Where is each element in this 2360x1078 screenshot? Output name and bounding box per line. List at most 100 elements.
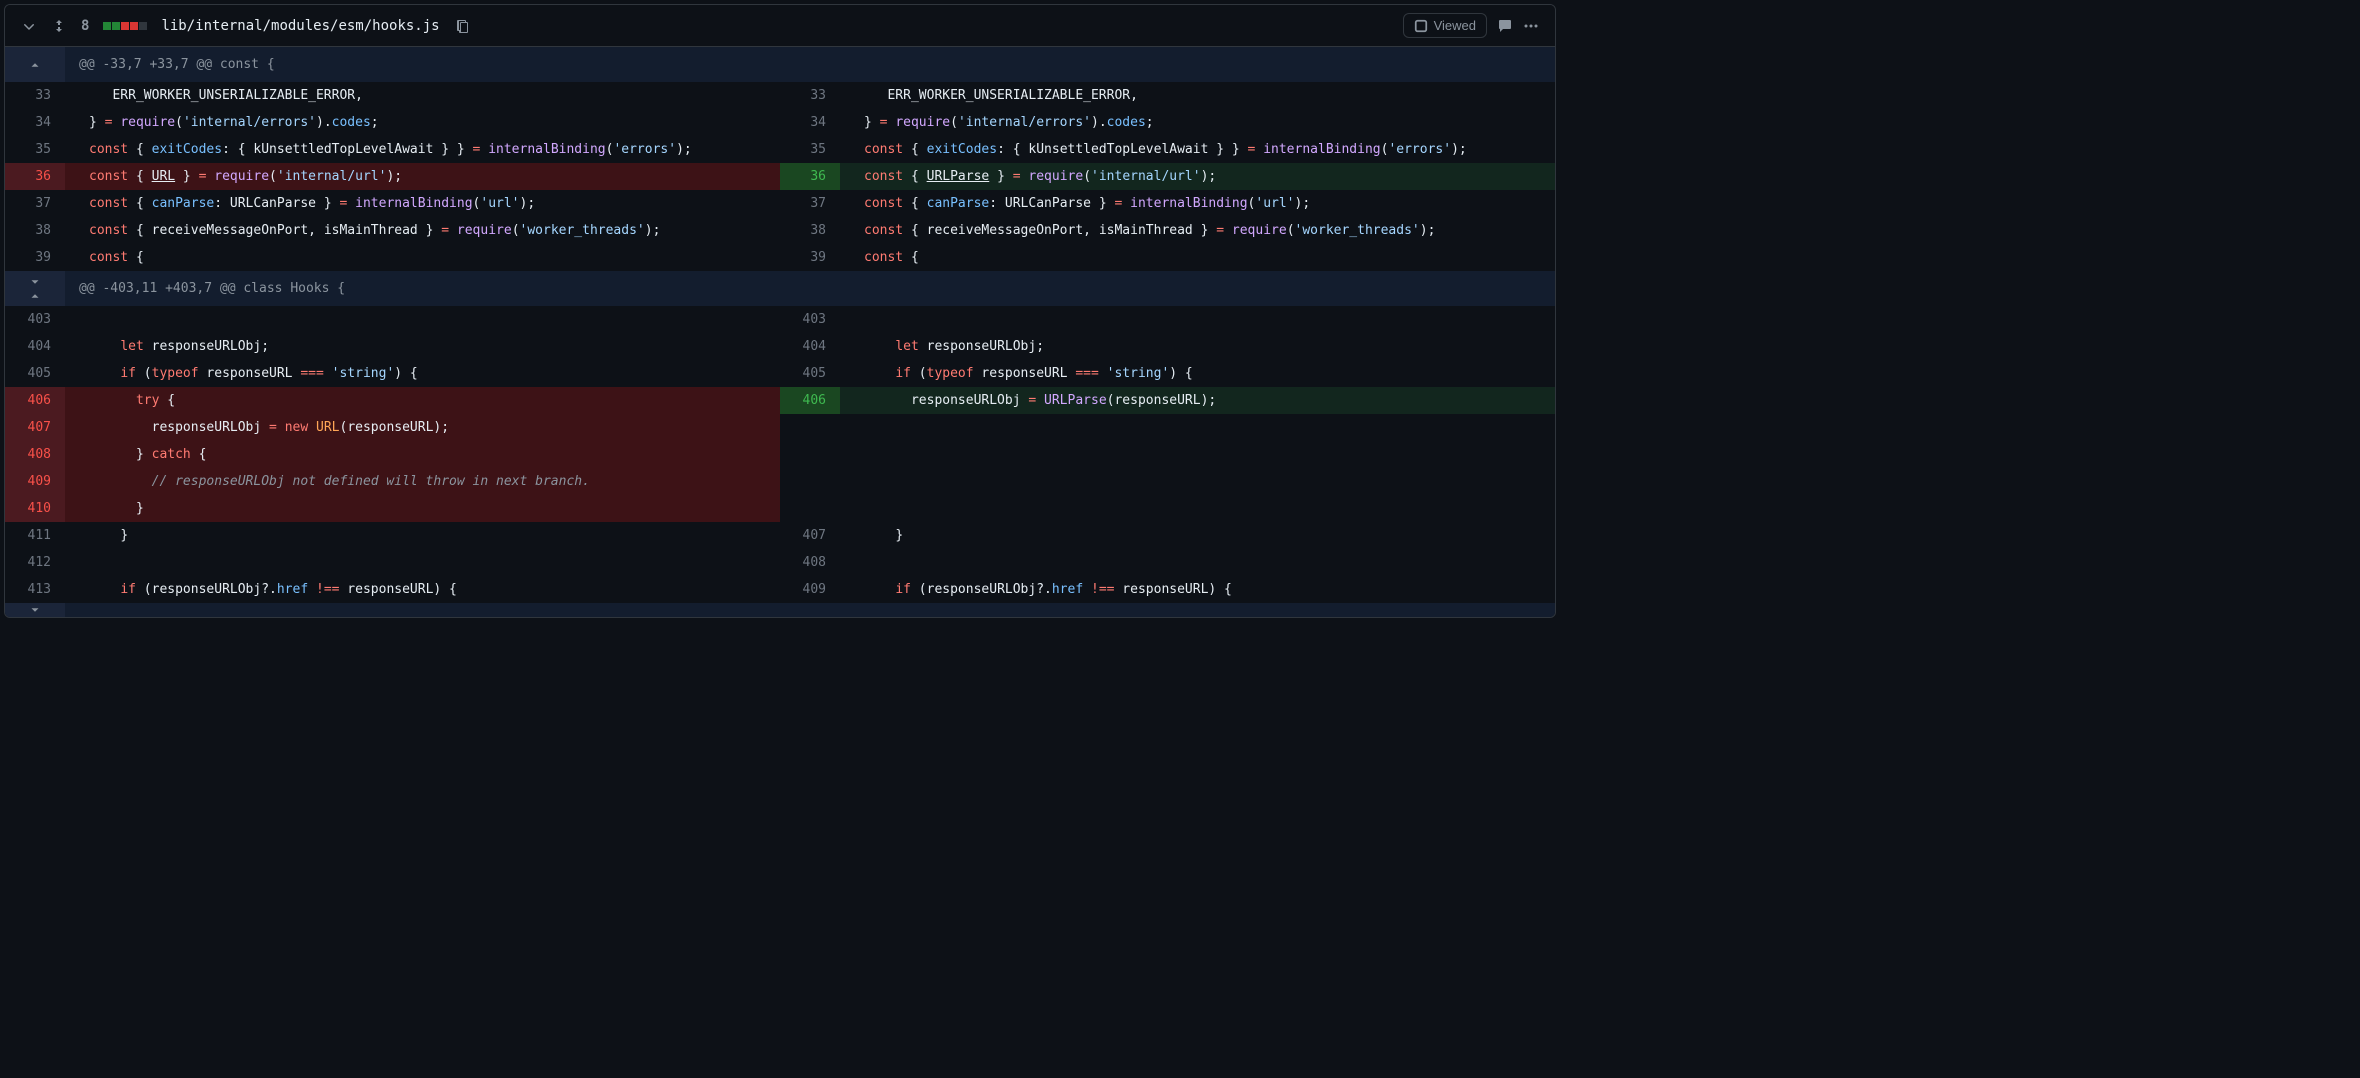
line-number[interactable]: 405	[780, 360, 840, 387]
diff-side-right-empty	[780, 495, 1555, 522]
diff-side-right: 407 }	[780, 522, 1555, 549]
comment-icon[interactable]	[1497, 18, 1513, 34]
line-number[interactable]: 404	[5, 333, 65, 360]
line-number[interactable]: 37	[780, 190, 840, 217]
hunk-header: @@ -403,11 +403,7 @@ class Hooks {	[5, 271, 1555, 306]
expand-down-icon[interactable]	[28, 275, 42, 289]
chevron-down-icon[interactable]	[21, 18, 37, 34]
expand-hunk-button[interactable]	[5, 603, 65, 617]
code[interactable]: if (typeof responseURL === 'string') {	[65, 360, 780, 387]
expand-all-icon[interactable]	[51, 18, 67, 34]
code[interactable]: } catch {	[65, 441, 780, 468]
diff-side-right: 409 if (responseURLObj?.href !== respons…	[780, 576, 1555, 603]
diff-line: 407 responseURLObj = new URL(responseURL…	[5, 414, 1555, 441]
file-header-right: Viewed	[1403, 13, 1539, 38]
line-number[interactable]: 33	[780, 82, 840, 109]
diff-side-right: 36 const { URLParse } = require('interna…	[780, 163, 1555, 190]
code[interactable]: let responseURLObj;	[65, 333, 780, 360]
line-number[interactable]: 406	[780, 387, 840, 414]
line-number[interactable]: 34	[5, 109, 65, 136]
diff-side-right-empty	[780, 441, 1555, 468]
line-number[interactable]: 409	[780, 576, 840, 603]
diff-line: 404 let responseURLObj; 404 let response…	[5, 333, 1555, 360]
code[interactable]	[840, 549, 1555, 576]
line-number[interactable]: 35	[5, 136, 65, 163]
line-number[interactable]: 412	[5, 549, 65, 576]
line-number[interactable]: 406	[5, 387, 65, 414]
line-number[interactable]: 407	[780, 522, 840, 549]
line-number[interactable]: 39	[780, 244, 840, 271]
hunk-expand-bottom	[5, 603, 1555, 617]
line-number[interactable]: 413	[5, 576, 65, 603]
diff-side-left: 410 }	[5, 495, 780, 522]
code[interactable]: const { exitCodes: { kUnsettledTopLevelA…	[65, 136, 780, 163]
kebab-menu-icon[interactable]	[1523, 18, 1539, 34]
diff-side-right: 33 ERR_WORKER_UNSERIALIZABLE_ERROR,	[780, 82, 1555, 109]
line-number[interactable]: 408	[780, 549, 840, 576]
code[interactable]: const { canParse: URLCanParse } = intern…	[65, 190, 780, 217]
line-number[interactable]: 407	[5, 414, 65, 441]
code[interactable]: responseURLObj = URLParse(responseURL);	[840, 387, 1555, 414]
line-number[interactable]: 34	[780, 109, 840, 136]
line-number[interactable]: 39	[5, 244, 65, 271]
code[interactable]: if (responseURLObj?.href !== responseURL…	[840, 576, 1555, 603]
code[interactable]: responseURLObj = new URL(responseURL);	[65, 414, 780, 441]
diff-square	[103, 22, 111, 30]
code[interactable]: const { receiveMessageOnPort, isMainThre…	[840, 217, 1555, 244]
code[interactable]: try {	[65, 387, 780, 414]
line-number[interactable]: 403	[780, 306, 840, 333]
line-number[interactable]: 411	[5, 522, 65, 549]
line-number[interactable]: 409	[5, 468, 65, 495]
code[interactable]	[840, 306, 1555, 333]
line-number[interactable]: 38	[5, 217, 65, 244]
code[interactable]: const { canParse: URLCanParse } = intern…	[840, 190, 1555, 217]
line-number[interactable]: 408	[5, 441, 65, 468]
code	[840, 441, 1555, 468]
code[interactable]: }	[65, 522, 780, 549]
code[interactable]: const { receiveMessageOnPort, isMainThre…	[65, 217, 780, 244]
line-number[interactable]: 38	[780, 217, 840, 244]
expand-hunk-button[interactable]	[5, 47, 65, 82]
code[interactable]: // responseURLObj not defined will throw…	[65, 468, 780, 495]
code[interactable]: const { exitCodes: { kUnsettledTopLevelA…	[840, 136, 1555, 163]
expand-up-icon[interactable]	[28, 58, 42, 72]
line-number[interactable]: 35	[780, 136, 840, 163]
line-number	[780, 468, 840, 495]
diff-line: 36 const { URL } = require('internal/url…	[5, 163, 1555, 190]
code[interactable]	[65, 549, 780, 576]
file-path[interactable]: lib/internal/modules/esm/hooks.js	[161, 18, 439, 34]
code[interactable]: } = require('internal/errors').codes;	[65, 109, 780, 136]
copy-path-icon[interactable]	[454, 18, 470, 34]
expand-up-icon[interactable]	[28, 289, 42, 303]
code[interactable]	[65, 306, 780, 333]
line-number[interactable]: 37	[5, 190, 65, 217]
code[interactable]: ERR_WORKER_UNSERIALIZABLE_ERROR,	[65, 82, 780, 109]
diff-line: 409 // responseURLObj not defined will t…	[5, 468, 1555, 495]
line-number[interactable]: 403	[5, 306, 65, 333]
viewed-label: Viewed	[1434, 18, 1476, 33]
code[interactable]: }	[840, 522, 1555, 549]
line-number[interactable]: 33	[5, 82, 65, 109]
line-number[interactable]: 36	[780, 163, 840, 190]
code[interactable]: const {	[65, 244, 780, 271]
code[interactable]: const { URLParse } = require('internal/u…	[840, 163, 1555, 190]
line-number[interactable]: 410	[5, 495, 65, 522]
code[interactable]: ERR_WORKER_UNSERIALIZABLE_ERROR,	[840, 82, 1555, 109]
code[interactable]: } = require('internal/errors').codes;	[840, 109, 1555, 136]
line-number[interactable]: 36	[5, 163, 65, 190]
code[interactable]: if (responseURLObj?.href !== responseURL…	[65, 576, 780, 603]
code[interactable]: const { URL } = require('internal/url');	[65, 163, 780, 190]
viewed-toggle[interactable]: Viewed	[1403, 13, 1487, 38]
code[interactable]: let responseURLObj;	[840, 333, 1555, 360]
diff-side-left: 36 const { URL } = require('internal/url…	[5, 163, 780, 190]
diff-line: 403 403	[5, 306, 1555, 333]
code[interactable]: }	[65, 495, 780, 522]
diff-square	[112, 22, 120, 30]
hunk-header-text	[65, 603, 1555, 617]
line-number[interactable]: 405	[5, 360, 65, 387]
code[interactable]: if (typeof responseURL === 'string') {	[840, 360, 1555, 387]
expand-hunk-button[interactable]	[5, 271, 65, 306]
line-number[interactable]: 404	[780, 333, 840, 360]
expand-down-icon[interactable]	[28, 603, 42, 617]
code[interactable]: const {	[840, 244, 1555, 271]
